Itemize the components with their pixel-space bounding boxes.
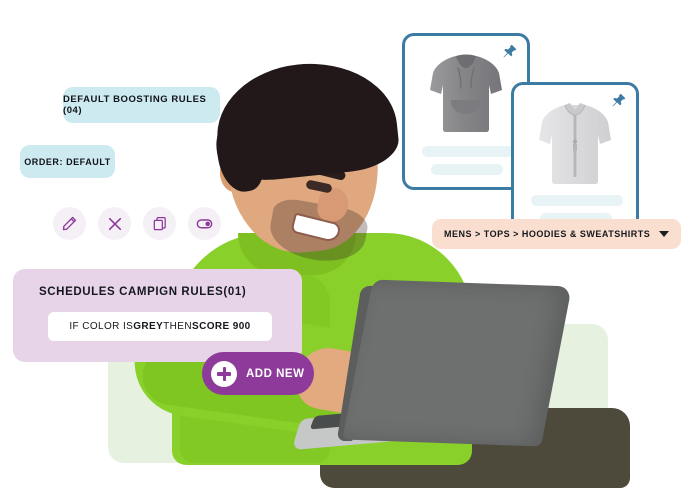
add-new-label: ADD NEW [246,367,305,380]
grey-pullover-hoodie-icon [405,50,527,138]
edit-icon [61,215,78,232]
skeleton-line [531,195,623,206]
close-icon [107,216,123,232]
rule-condition-field[interactable]: IF COLOR IS GREY THEN SCORE 900 [48,312,272,341]
light-grey-zip-hoodie-icon [514,99,636,189]
rule-condition-score: SCORE 900 [192,321,251,332]
rule-condition-color: GREY [133,321,164,332]
laptop-lid [342,279,572,447]
plus-icon [211,360,237,387]
chevron-down-icon[interactable] [659,231,669,237]
rule-condition-prefix: IF COLOR IS [69,321,134,332]
rule-action-toolbar [53,207,221,240]
skeleton-line [431,164,503,175]
order-default-chip[interactable]: ORDER: DEFAULT [20,145,115,178]
product-card[interactable] [511,82,639,239]
toggle-icon [195,214,214,233]
breadcrumb-label: MENS > TOPS > HOODIES & SWEATSHIRTS [444,229,651,239]
category-breadcrumb-dropdown[interactable]: MENS > TOPS > HOODIES & SWEATSHIRTS [432,219,681,249]
edit-button[interactable] [53,207,86,240]
skeleton-line [422,146,514,157]
duplicate-icon [152,216,168,232]
delete-button[interactable] [98,207,131,240]
default-boosting-rules-chip[interactable]: DEFAULT BOOSTING RULES (04) [63,87,220,123]
duplicate-button[interactable] [143,207,176,240]
schedules-campaign-rules-panel: SCHEDULES CAMPIGN RULES(01) IF COLOR IS … [13,269,302,362]
rule-panel-title: SCHEDULES CAMPIGN RULES(01) [39,286,247,298]
add-new-button[interactable]: ADD NEW [202,352,314,395]
order-default-label: ORDER: DEFAULT [24,156,111,167]
illustration-stage: MENS > TOPS > HOODIES & SWEATSHIRTS DEFA… [0,0,700,501]
rule-condition-middle: THEN [163,321,192,332]
toggle-button[interactable] [188,207,221,240]
default-boosting-rules-label: DEFAULT BOOSTING RULES (04) [63,94,207,116]
